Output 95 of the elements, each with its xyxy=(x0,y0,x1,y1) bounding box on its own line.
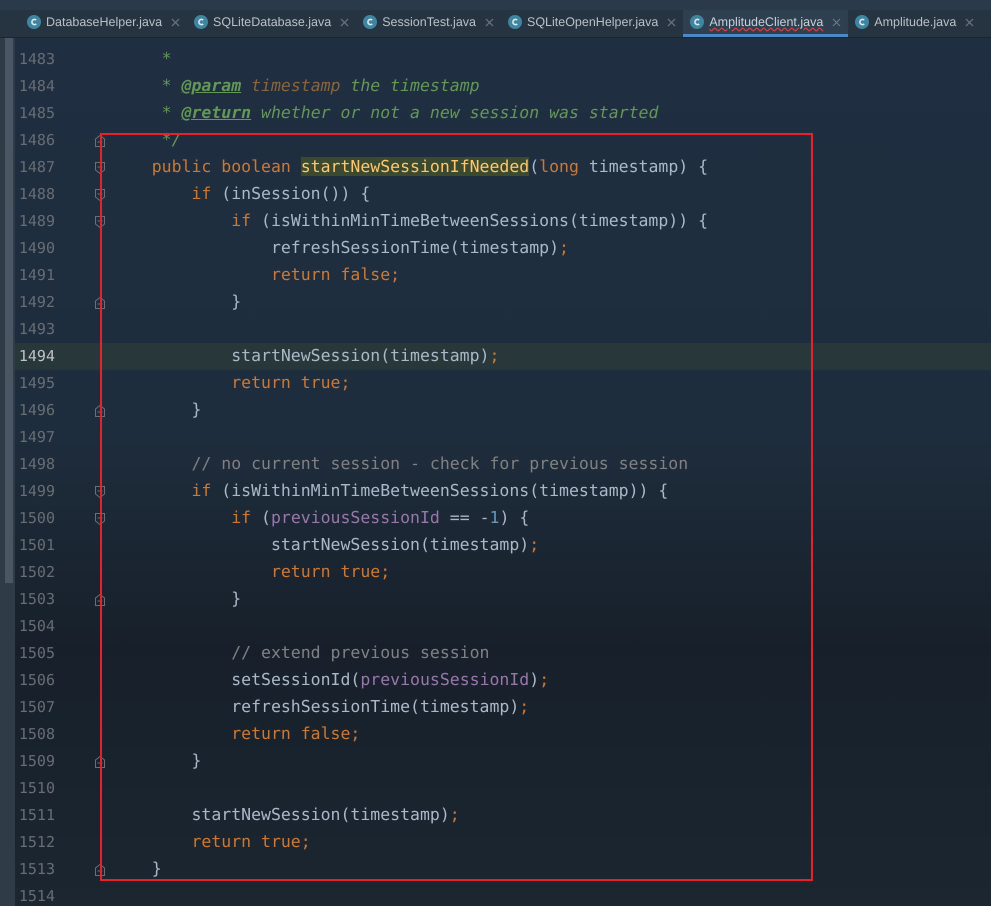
line-number: 1496 xyxy=(18,400,55,422)
close-icon[interactable] xyxy=(965,18,974,26)
scrollbar-icon[interactable] xyxy=(5,38,13,583)
code-line: * @return whether or not a new session was started xyxy=(160,102,658,124)
fold-icon[interactable] xyxy=(95,188,105,200)
unfold-icon[interactable] xyxy=(95,296,105,308)
editor-tab[interactable]: SQLiteOpenHelper.java xyxy=(501,10,684,37)
line-number: 1502 xyxy=(18,562,55,584)
line-number: 1493 xyxy=(18,319,55,340)
tab-label: DatabaseHelper.java xyxy=(46,14,162,31)
code-line: startNewSession(timestamp); xyxy=(190,804,460,826)
code-line: public boolean startNewSessionIfNeeded(long timestamp) { xyxy=(150,156,708,178)
line-number: 1494 xyxy=(18,346,55,368)
code-line: } xyxy=(230,588,242,610)
class-icon xyxy=(27,15,41,29)
code-line: setSessionId(previousSessionId); xyxy=(230,669,550,692)
code-line: return false; xyxy=(230,723,360,746)
unfold-icon[interactable] xyxy=(95,404,105,416)
line-number: 1497 xyxy=(18,427,55,448)
class-icon xyxy=(363,15,378,29)
editor-tab[interactable]: SessionTest.java xyxy=(356,10,501,37)
unfold-icon[interactable] xyxy=(95,594,105,606)
line-number: 1510 xyxy=(18,778,55,800)
code-line: refreshSessionTime(timestamp); xyxy=(230,696,530,718)
fold-icon[interactable] xyxy=(95,216,105,228)
fold-icon[interactable] xyxy=(95,162,105,174)
code-line: startNewSession(timestamp); xyxy=(230,345,500,368)
unfold-icon[interactable] xyxy=(95,864,105,876)
class-icon xyxy=(194,15,208,29)
line-number: 1503 xyxy=(18,589,55,610)
line-number: 1492 xyxy=(18,292,55,314)
class-icon xyxy=(855,15,870,29)
line-number: 1500 xyxy=(18,508,55,530)
code-line: * xyxy=(160,48,172,70)
line-number: 1489 xyxy=(18,211,55,232)
line-number: 1486 xyxy=(18,130,55,152)
close-icon[interactable] xyxy=(667,18,676,26)
tab-label: Amplitude.java xyxy=(874,14,956,31)
code-line: // no current session - check for previous session xyxy=(190,453,688,476)
editor-tab[interactable]: DatabaseHelper.java xyxy=(20,10,188,37)
code-line: return true; xyxy=(190,831,311,854)
code-line: * @param timestamp the timestamp xyxy=(160,75,480,98)
line-number: 1487 xyxy=(18,157,55,178)
fold-icon[interactable] xyxy=(95,486,105,498)
close-icon[interactable] xyxy=(832,18,842,26)
line-number: 1509 xyxy=(18,751,55,772)
line-number: 1513 xyxy=(18,859,55,880)
code-line: return true; xyxy=(270,561,390,584)
editor-tab[interactable]: Amplitude.java xyxy=(848,10,982,37)
unfold-icon[interactable] xyxy=(95,756,105,768)
editor-tab[interactable]: SQLiteDatabase.java xyxy=(187,10,356,37)
line-number: 1505 xyxy=(18,643,55,664)
code-line: if (previousSessionId == -1) { xyxy=(230,507,530,530)
line-number: 1514 xyxy=(18,886,55,906)
code-line: } xyxy=(230,291,242,314)
line-number: 1512 xyxy=(18,832,55,854)
code-line: return true; xyxy=(230,372,350,394)
line-number: 1499 xyxy=(18,481,55,502)
line-number: 1504 xyxy=(18,616,55,638)
code-line: if (isWithinMinTimeBetweenSessions(timestamp)) { xyxy=(230,210,708,232)
line-number: 1490 xyxy=(18,238,55,260)
line-number: 1498 xyxy=(18,454,55,476)
code-line: refreshSessionTime(timestamp); xyxy=(270,237,569,260)
code-line: if (isWithinMinTimeBetweenSessions(timestamp)) { xyxy=(190,480,668,502)
code-line: startNewSession(timestamp); xyxy=(270,534,540,556)
fold-icon[interactable] xyxy=(95,512,105,524)
tab-label: SessionTest.java xyxy=(382,14,476,31)
editor-tab[interactable]: AmplitudeClient.java xyxy=(683,10,848,37)
line-number: 1484 xyxy=(18,76,55,98)
code-line: } xyxy=(190,750,202,772)
line-number: 1495 xyxy=(18,373,55,394)
class-icon xyxy=(508,15,522,29)
close-icon[interactable] xyxy=(171,18,180,26)
line-number: 1488 xyxy=(18,184,55,206)
class-icon xyxy=(690,15,704,29)
code-line: } xyxy=(150,858,162,880)
tab-label: AmplitudeClient.java xyxy=(709,14,824,31)
unfold-icon[interactable] xyxy=(95,134,105,146)
tab-label: SQLiteOpenHelper.java xyxy=(527,14,658,31)
line-number: 1511 xyxy=(18,805,55,826)
line-number: 1483 xyxy=(18,49,55,70)
code-editor[interactable] xyxy=(15,38,991,906)
line-number: 1506 xyxy=(18,670,55,692)
close-icon[interactable] xyxy=(485,18,494,26)
code-line: } xyxy=(190,399,202,422)
code-line: if (inSession()) { xyxy=(190,183,370,206)
line-number: 1508 xyxy=(18,724,55,746)
line-number: 1485 xyxy=(18,103,55,124)
close-icon[interactable] xyxy=(340,18,350,26)
line-number: 1491 xyxy=(18,265,55,286)
line-number: 1501 xyxy=(18,535,55,556)
code-line: // extend previous session xyxy=(230,642,490,664)
tab-label: SQLiteDatabase.java xyxy=(213,14,332,31)
line-number: 1507 xyxy=(18,697,55,718)
code-line: return false; xyxy=(270,264,400,286)
